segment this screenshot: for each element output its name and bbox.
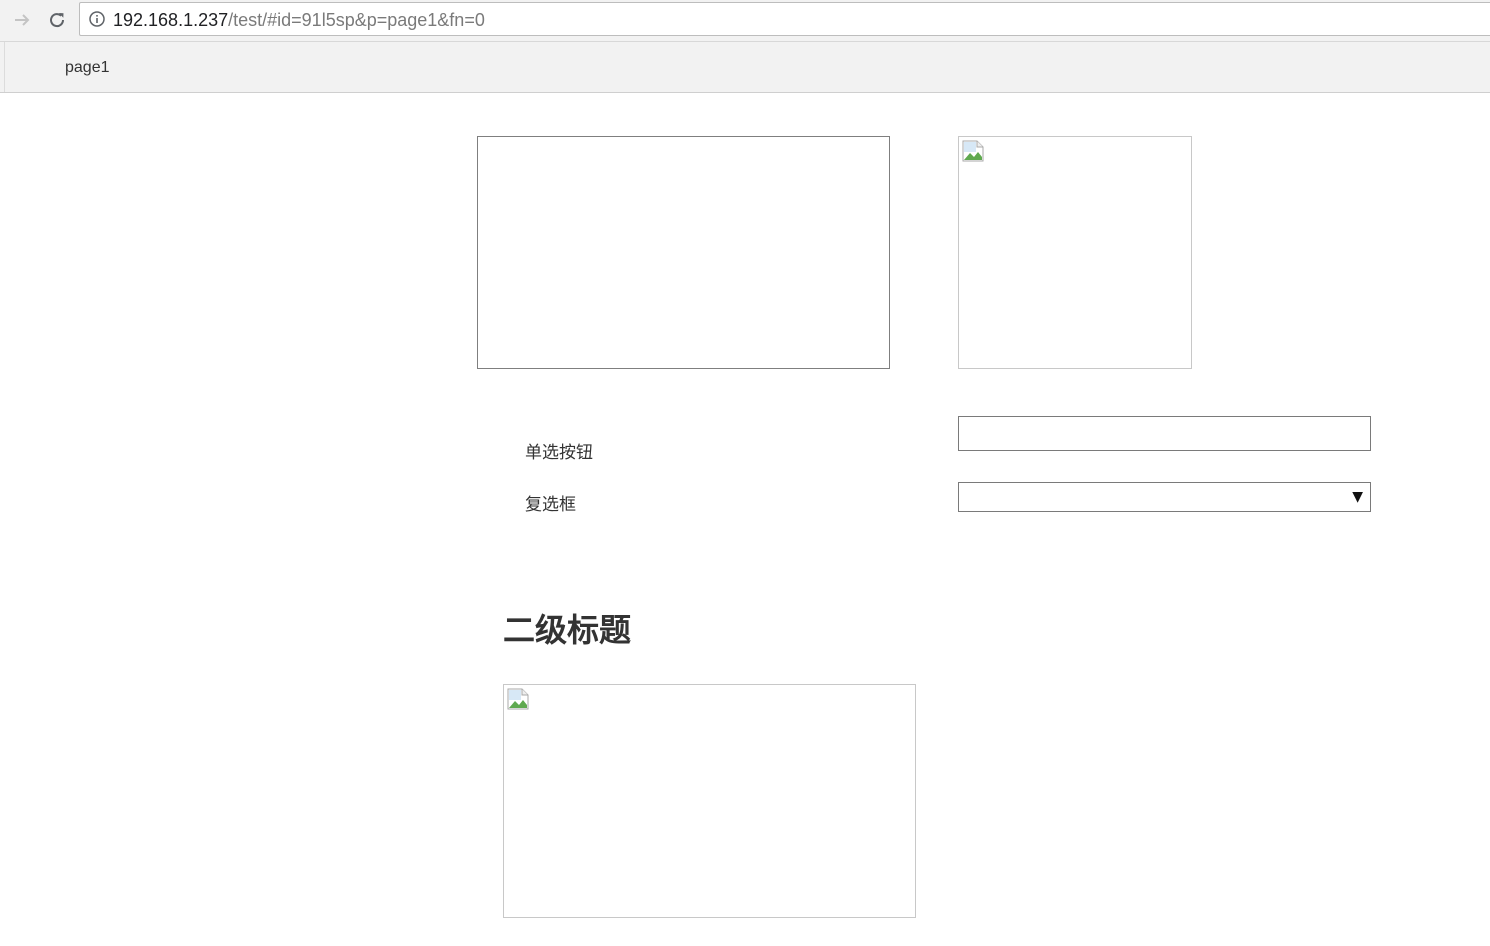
embedded-frame bbox=[477, 136, 890, 369]
broken-image-icon bbox=[962, 140, 984, 162]
triangle-down-icon: ▼ bbox=[1352, 489, 1363, 505]
radio-button-label: 单选按钮 bbox=[525, 443, 593, 463]
image-placeholder bbox=[958, 136, 1192, 369]
address-bar[interactable]: 192.168.1.237/test/#id=91l5sp&p=page1&fn… bbox=[79, 2, 1490, 36]
image-placeholder-bottom bbox=[503, 684, 916, 918]
checkbox-label: 复选框 bbox=[525, 495, 576, 515]
page-tab-strip: page1 bbox=[0, 42, 1490, 93]
section-heading: 二级标题 bbox=[503, 611, 632, 649]
divider bbox=[4, 42, 5, 92]
url-text[interactable]: 192.168.1.237/test/#id=91l5sp&p=page1&fn… bbox=[113, 9, 485, 31]
reload-icon[interactable] bbox=[43, 6, 71, 34]
forward-arrow-icon[interactable] bbox=[8, 6, 36, 34]
dropdown-select[interactable]: ▼ bbox=[958, 482, 1371, 512]
text-input[interactable] bbox=[958, 416, 1371, 451]
browser-toolbar: 192.168.1.237/test/#id=91l5sp&p=page1&fn… bbox=[0, 0, 1490, 42]
broken-image-icon bbox=[507, 688, 529, 710]
url-path: /test/#id=91l5sp&p=page1&fn=0 bbox=[228, 10, 485, 30]
tab-page1[interactable]: page1 bbox=[65, 58, 110, 78]
info-icon[interactable] bbox=[89, 11, 105, 27]
url-host: 192.168.1.237 bbox=[113, 10, 229, 30]
